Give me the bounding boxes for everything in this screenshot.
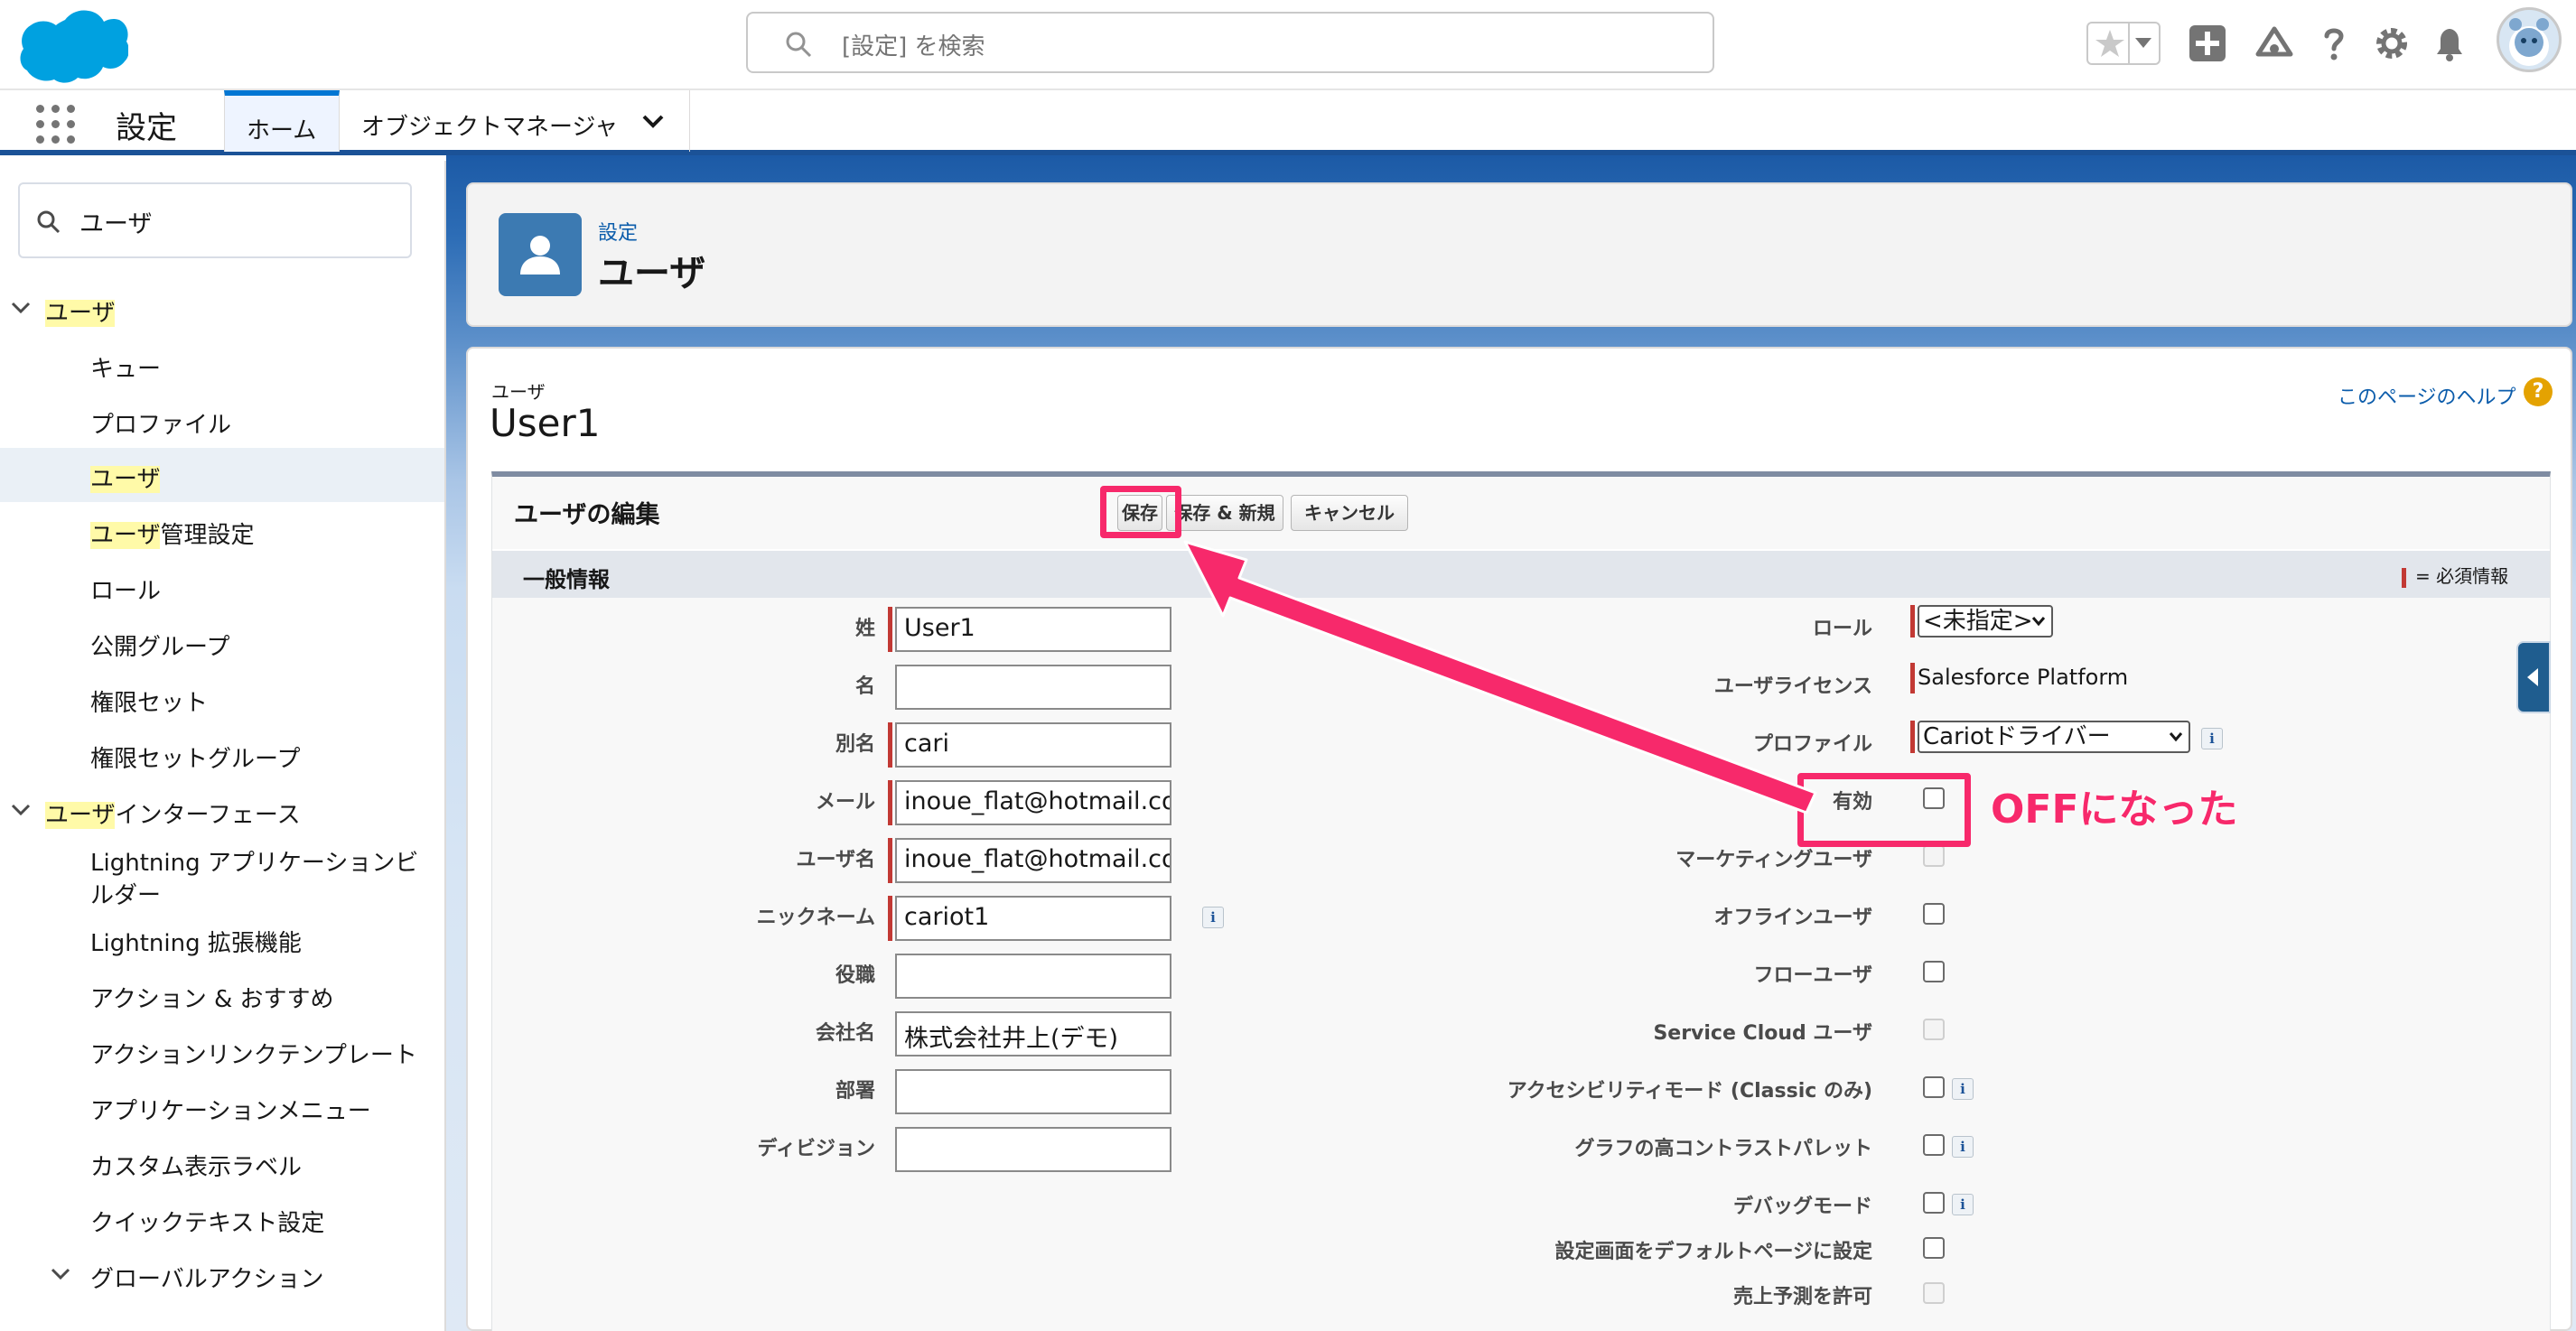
annotation-arrow — [1183, 540, 1817, 814]
annotation-callout: OFFになった — [1991, 786, 2238, 833]
